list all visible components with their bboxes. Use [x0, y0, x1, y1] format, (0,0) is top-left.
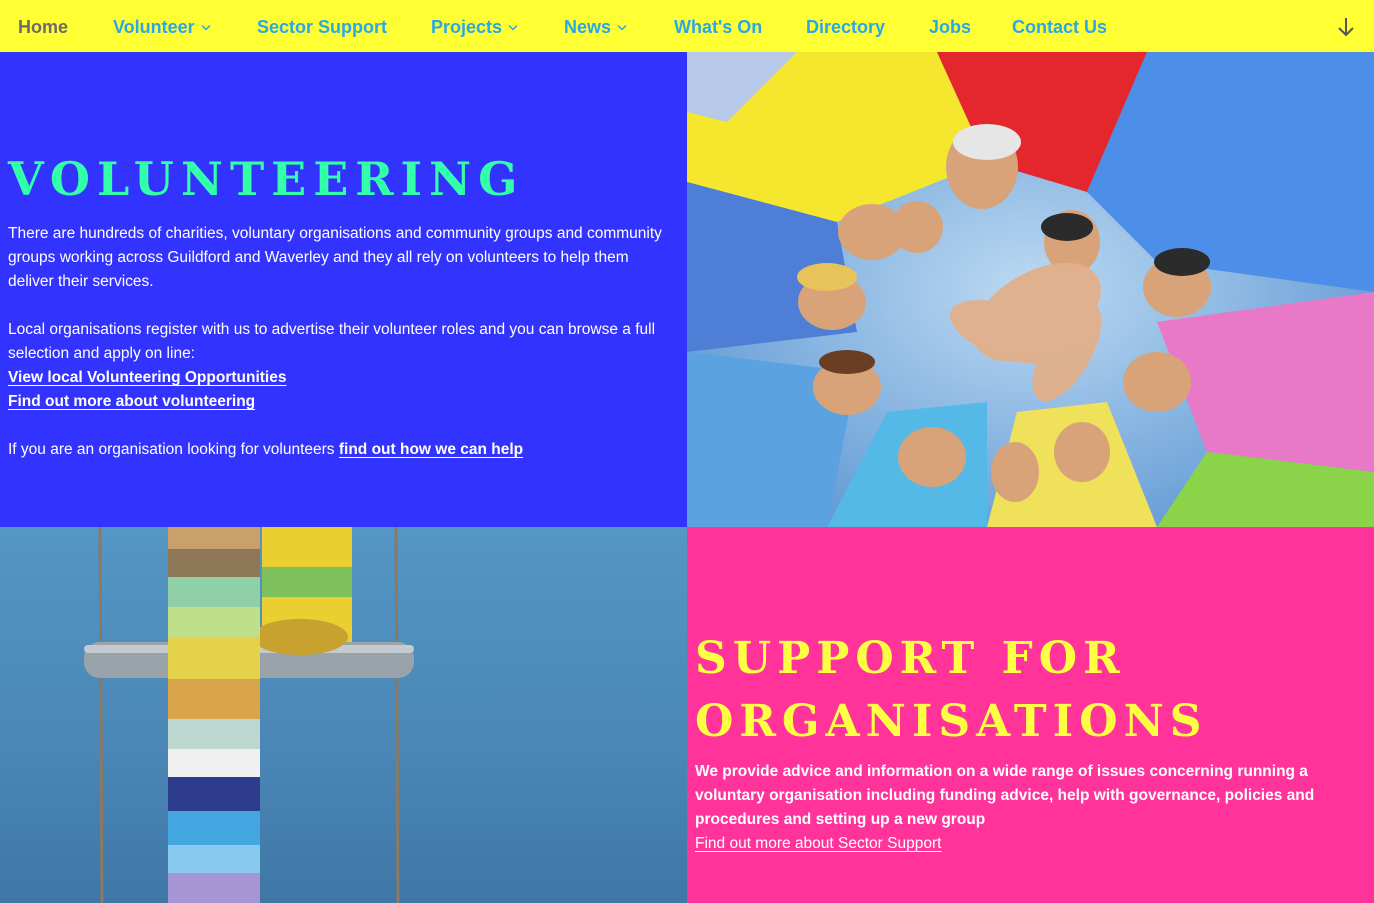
nav-news-label: News — [564, 16, 612, 37]
volunteers-circle-photo — [687, 52, 1374, 527]
scroll-down-button[interactable] — [1336, 16, 1356, 38]
nav-whats-on-label: What's On — [674, 16, 763, 37]
volunteering-section: VOLUNTEERING There are hundreds of chari… — [0, 52, 687, 527]
nav-directory[interactable]: Directory — [806, 14, 885, 40]
support-section: SUPPORT FOR ORGANISATIONS We provide adv… — [687, 527, 1374, 903]
support-description: We provide advice and information on a w… — [695, 763, 1315, 828]
nav-sector-support-label: Sector Support — [257, 16, 388, 37]
find-out-how-we-help-link[interactable]: find out how we can help — [339, 441, 523, 458]
find-out-volunteering-link[interactable]: Find out more about volunteering — [8, 393, 255, 410]
volunteering-body: There are hundreds of charities, volunta… — [8, 222, 673, 462]
ladder-socks-image — [84, 527, 414, 903]
organisation-help-prefix: If you are an organisation looking for v… — [8, 441, 339, 458]
main-navigation: Home Volunteer Sector Support Projects N… — [0, 0, 1374, 52]
chevron-down-icon — [508, 24, 518, 31]
sector-support-link[interactable]: Find out more about Sector Support — [695, 835, 941, 852]
volunteering-heading: VOLUNTEERING — [8, 152, 525, 206]
volunteers-circle-image — [687, 52, 1374, 527]
nav-projects-label: Projects — [431, 16, 503, 37]
nav-volunteer[interactable]: Volunteer — [113, 14, 211, 40]
chevron-down-icon — [617, 24, 627, 31]
view-opportunities-link[interactable]: View local Volunteering Opportunities — [8, 369, 286, 386]
arrow-down-icon — [1338, 18, 1354, 37]
ladder-socks-photo — [0, 527, 687, 903]
nav-directory-label: Directory — [806, 16, 886, 37]
nav-home-label: Home — [18, 16, 69, 37]
nav-volunteer-label: Volunteer — [113, 16, 195, 37]
nav-jobs[interactable]: Jobs — [929, 14, 971, 40]
volunteering-register-text: Local organisations register with us to … — [8, 321, 656, 362]
nav-projects[interactable]: Projects — [431, 14, 518, 40]
nav-contact-us[interactable]: Contact Us — [1012, 14, 1107, 40]
chevron-down-icon — [201, 24, 211, 31]
nav-news[interactable]: News — [564, 14, 627, 40]
nav-whats-on[interactable]: What's On — [674, 14, 762, 40]
support-body: We provide advice and information on a w… — [695, 760, 1335, 856]
support-heading: SUPPORT FOR ORGANISATIONS — [695, 633, 1208, 747]
nav-sector-support[interactable]: Sector Support — [257, 14, 387, 40]
nav-contact-us-label: Contact Us — [1012, 16, 1108, 37]
volunteering-intro: There are hundreds of charities, volunta… — [8, 225, 662, 290]
organisation-help-text: If you are an organisation looking for v… — [8, 438, 673, 462]
nav-jobs-label: Jobs — [929, 16, 972, 37]
nav-home[interactable]: Home — [18, 14, 68, 40]
